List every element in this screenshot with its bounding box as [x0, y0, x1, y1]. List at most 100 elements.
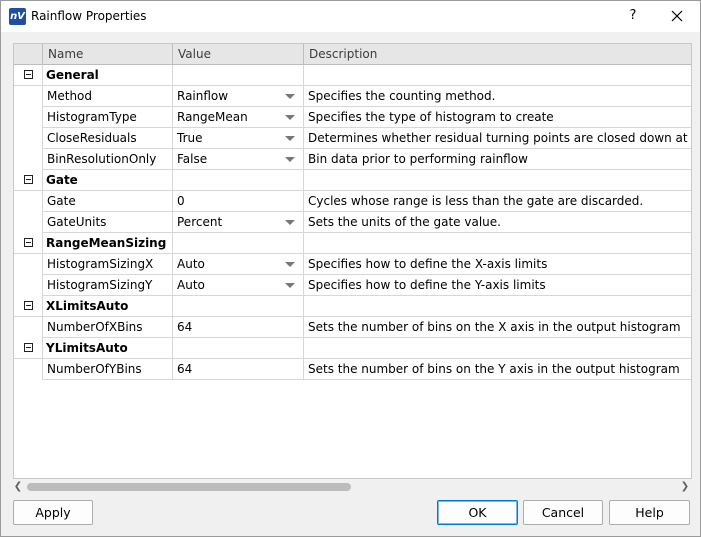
property-value[interactable]: Auto [173, 275, 304, 296]
column-header-name[interactable]: Name [43, 44, 173, 64]
property-description: Specifies how to define the X-axis limit… [304, 254, 691, 275]
column-header-description[interactable]: Description [304, 44, 691, 64]
category-row[interactable]: Gate [14, 170, 691, 191]
category-label: General [43, 65, 173, 86]
row-gutter [14, 212, 43, 233]
collapse-icon[interactable] [24, 343, 33, 352]
close-icon [671, 10, 683, 22]
property-value-text: 64 [177, 362, 193, 376]
property-row[interactable]: HistogramType RangeMean Specifies the type… [14, 107, 691, 128]
property-description: Sets the units of the gate value. [304, 212, 691, 233]
category-description-cell [304, 65, 691, 86]
row-gutter [14, 149, 43, 170]
property-row[interactable]: BinResolutionOnly False Bin data prior to … [14, 149, 691, 170]
collapse-icon[interactable] [24, 301, 33, 310]
property-value-text: 0 [177, 194, 185, 208]
property-value[interactable]: Auto [173, 254, 304, 275]
property-value-text: Auto [177, 257, 205, 271]
property-name: GateUnits [43, 212, 173, 233]
property-value[interactable]: Percent [173, 212, 304, 233]
row-gutter [14, 275, 43, 296]
property-row[interactable]: NumberOfXBins 64 Sets the number of bins o… [14, 317, 691, 338]
category-value-cell [173, 170, 304, 191]
property-row[interactable]: GateUnits Percent Sets the units of the ga… [14, 212, 691, 233]
category-value-cell [173, 65, 304, 86]
collapse-icon[interactable] [24, 238, 33, 247]
property-name: HistogramSizingY [43, 275, 173, 296]
property-value[interactable]: 64 [173, 317, 304, 338]
property-row[interactable]: NumberOfYBins 64 Sets the number of bins o… [14, 359, 691, 380]
horizontal-scrollbar[interactable]: ❮ ❯ [13, 480, 690, 494]
collapse-icon[interactable] [24, 175, 33, 184]
category-row[interactable]: RangeMeanSizing [14, 233, 691, 254]
category-label: RangeMeanSizing [43, 233, 173, 254]
property-name: NumberOfXBins [43, 317, 173, 338]
property-value[interactable]: Rainflow [173, 86, 304, 107]
collapse-icon[interactable] [24, 70, 33, 79]
property-grid: Name Value Description General Method Rain… [13, 43, 692, 479]
property-value[interactable]: 0 [173, 191, 304, 212]
row-gutter [14, 107, 43, 128]
property-description: Specifies the counting method. [304, 86, 691, 107]
property-value-text: Auto [177, 278, 205, 292]
property-value-text: 64 [177, 320, 193, 334]
row-gutter [14, 86, 43, 107]
scroll-thumb[interactable] [27, 483, 351, 491]
grid-header: Name Value Description [14, 44, 691, 65]
row-gutter [14, 233, 43, 254]
category-row[interactable]: General [14, 65, 691, 86]
dropdown-arrow-icon[interactable] [285, 94, 295, 99]
category-label: XLimitsAuto [43, 296, 173, 317]
property-value-text: RangeMean [177, 110, 248, 124]
help-button[interactable]: Help [609, 500, 690, 525]
category-row[interactable]: XLimitsAuto [14, 296, 691, 317]
category-value-cell [173, 233, 304, 254]
row-gutter [14, 254, 43, 275]
property-value-text: Percent [177, 215, 223, 229]
context-help-button[interactable]: ? [621, 5, 645, 27]
property-value-text: False [177, 152, 208, 166]
property-description: Bin data prior to performing rainflow [304, 149, 691, 170]
category-label: YLimitsAuto [43, 338, 173, 359]
category-row[interactable]: YLimitsAuto [14, 338, 691, 359]
close-button[interactable] [663, 5, 691, 27]
property-name: HistogramSizingX [43, 254, 173, 275]
category-description-cell [304, 296, 691, 317]
property-name: Gate [43, 191, 173, 212]
property-name: Method [43, 86, 173, 107]
property-row[interactable]: HistogramSizingX Auto Specifies how to def… [14, 254, 691, 275]
property-name: NumberOfYBins [43, 359, 173, 380]
scroll-right-icon[interactable]: ❯ [680, 482, 690, 492]
ok-button[interactable]: OK [437, 500, 518, 525]
dropdown-arrow-icon[interactable] [285, 115, 295, 120]
property-value[interactable]: RangeMean [173, 107, 304, 128]
dropdown-arrow-icon[interactable] [285, 283, 295, 288]
dropdown-arrow-icon[interactable] [285, 262, 295, 267]
row-gutter [14, 317, 43, 338]
property-description: Determines whether residual turning poin… [304, 128, 691, 149]
property-value[interactable]: False [173, 149, 304, 170]
scroll-left-icon[interactable]: ❮ [13, 482, 23, 492]
property-value[interactable]: 64 [173, 359, 304, 380]
dropdown-arrow-icon[interactable] [285, 157, 295, 162]
property-row[interactable]: Gate 0 Cycles whose range is less than the… [14, 191, 691, 212]
category-description-cell [304, 338, 691, 359]
property-row[interactable]: HistogramSizingY Auto Specifies how to def… [14, 275, 691, 296]
app-logo-icon: nV [9, 8, 26, 25]
category-description-cell [304, 170, 691, 191]
apply-button[interactable]: Apply [13, 500, 93, 525]
dropdown-arrow-icon[interactable] [285, 136, 295, 141]
row-gutter [14, 65, 43, 86]
property-value[interactable]: True [173, 128, 304, 149]
cancel-button[interactable]: Cancel [523, 500, 603, 525]
category-value-cell [173, 338, 304, 359]
dropdown-arrow-icon[interactable] [285, 220, 295, 225]
property-description: Cycles whose range is less than the gate… [304, 191, 691, 212]
row-gutter [14, 359, 43, 380]
title-bar: nV Rainflow Properties ? [1, 1, 700, 32]
property-row[interactable]: CloseResiduals True Determines whether res… [14, 128, 691, 149]
property-row[interactable]: Method Rainflow Specifies the counting met… [14, 86, 691, 107]
property-name: CloseResiduals [43, 128, 173, 149]
window-title: Rainflow Properties [31, 9, 147, 23]
column-header-value[interactable]: Value [173, 44, 304, 64]
